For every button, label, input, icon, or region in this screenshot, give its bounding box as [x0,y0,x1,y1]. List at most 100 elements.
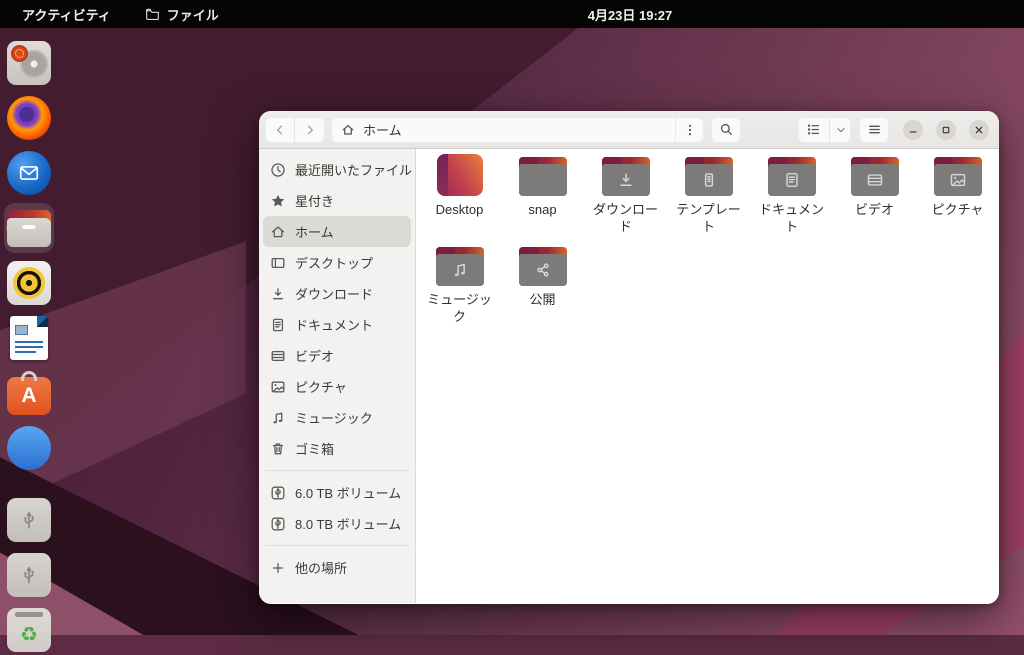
view-toggle-group [798,116,851,143]
thunderbird-icon [7,151,51,195]
document-icon [270,317,286,333]
sidebar-item-label: 星付き [295,194,335,209]
dock-item-firefox[interactable] [4,93,54,143]
file-name: ビデオ [854,202,894,217]
file-item[interactable]: ビデオ [833,154,916,235]
file-item[interactable]: ピクチャ [916,154,999,235]
headerbar[interactable]: ホーム [259,111,999,149]
usb-icon [270,516,286,532]
sidebar-item-label: ダウンロード [295,287,374,302]
sidebar-item-volume-8tb[interactable]: 8.0 TB ボリューム [263,508,411,539]
dock-item-usb-drive-2[interactable] [4,550,54,600]
sidebar-item-videos[interactable]: ビデオ [263,340,411,371]
dock-item-ubuntu-software[interactable]: A [4,368,54,418]
folder-icon [601,157,650,196]
sidebar-item-label: 8.0 TB ボリューム [295,517,402,532]
search-button[interactable] [711,116,741,143]
hamburger-menu-button[interactable] [859,116,889,143]
file-name: ドキュメント [758,202,824,235]
help-icon [7,426,51,470]
location-menu-button[interactable] [675,116,704,143]
dock-item-rhythmbox[interactable] [4,258,54,308]
forward-button[interactable] [295,117,325,143]
folder-icon [518,247,567,287]
sidebar-item-label: ミュージック [295,411,373,426]
ubuntu-software-icon: A [7,371,51,415]
sidebar-item-music[interactable]: ミュージック [263,402,411,433]
minimize-button[interactable] [903,119,923,140]
folder-icon [435,247,484,287]
sidebar-item-label: 最近開いたファイル [295,163,413,178]
dock-item-thunderbird[interactable] [4,148,54,198]
file-name: Desktop [435,202,484,217]
dock-item-help[interactable] [4,423,54,473]
sidebar-item-label: 他の場所 [295,561,348,576]
dock-item-files[interactable] [4,203,54,253]
file-name: テンプレート [676,202,741,235]
sidebar-item-other-locations[interactable]: 他の場所 [263,552,411,583]
nav-button-group [265,116,325,143]
usb-drive-icon [7,498,51,542]
folder-icon [767,157,816,196]
file-item[interactable]: ダウンロード [584,154,667,235]
sidebar-item-label: 6.0 TB ボリューム [295,486,402,501]
back-button[interactable] [265,116,295,143]
file-grid: Desktop snap ダウンロード テンプレート ドキュメント ビデオ ピクチャミュージ… [418,154,999,326]
sidebar-item-label: ドキュメント [295,318,374,333]
view-options-chevron-down-icon[interactable] [829,116,851,143]
file-view[interactable]: Desktop snap ダウンロード テンプレート ドキュメント ビデオ ピクチャミュージ… [416,149,999,603]
libreoffice-writer-icon [10,316,48,360]
files-window: ホーム 最近開いたファイル 星付き ホーム デスクトップ ダウンロード ドキュメ… [259,111,999,604]
folder-icon [850,157,899,196]
folder-icon [933,157,982,196]
sidebar-item-label: ホーム [295,225,334,240]
clock[interactable]: 4月23日 19:27 [588,5,673,24]
file-item[interactable]: テンプレート [667,154,750,235]
trash-icon [270,441,286,457]
dock-item-usb-drive-1[interactable] [4,495,54,545]
usb-drive-icon [7,553,51,597]
close-button[interactable] [969,119,989,140]
file-item[interactable]: 公開 [501,244,584,325]
download-icon [270,286,286,302]
rhythmbox-icon [7,261,51,305]
files-icon [7,209,51,247]
file-name: ピクチャ [931,202,984,217]
file-item[interactable]: ミュージック [418,244,501,325]
sidebar-item-trash[interactable]: ゴミ箱 [263,433,411,464]
sidebar-item-label: ビデオ [295,349,335,364]
file-name: ダウンロード [592,202,658,235]
focused-app-menu[interactable]: ファイル [145,5,219,24]
folder-icon [145,7,160,22]
sidebar-item-starred[interactable]: 星付き [263,185,411,216]
share-emblem-icon [534,261,552,279]
sidebar-item-label: ピクチャ [295,380,347,395]
usb-icon [270,485,286,501]
desktop-icon [270,255,286,271]
sidebar-item-downloads[interactable]: ダウンロード [263,278,411,309]
sidebar-list: 最近開いたファイル 星付きホームデスクトップダウンロード ドキュメント ビデオピクチャ… [263,154,413,583]
list-view-button[interactable] [798,117,829,143]
dock-item-trash[interactable]: ♻ [4,605,54,655]
home-icon [341,123,355,137]
sidebar-item-volume-6tb[interactable]: 6.0 TB ボリューム [263,477,411,508]
sidebar-item-desktop[interactable]: デスクトップ [263,247,411,278]
file-item[interactable]: ドキュメント [750,154,833,235]
sidebar-item-pictures[interactable]: ピクチャ [263,371,411,402]
sidebar-item-documents[interactable]: ドキュメント [263,309,411,340]
folder-icon [684,157,733,196]
current-location-label: ホーム [363,123,402,138]
dock-item-ubuntu-installer[interactable] [4,38,54,88]
path-bar[interactable]: ホーム [331,116,704,143]
file-item[interactable]: snap [501,154,584,235]
focused-app-name: ファイル [166,7,219,23]
desktop-folder-icon [436,154,483,196]
sidebar-item-recent[interactable]: 最近開いたファイル [263,154,413,185]
maximize-button[interactable] [936,119,956,140]
activities-button[interactable]: アクティビティ [22,5,111,24]
file-item[interactable]: Desktop [418,154,501,235]
sidebar-item-home[interactable]: ホーム [263,216,411,247]
sidebar-item-label: ゴミ箱 [295,442,335,457]
dock-item-libreoffice-writer[interactable] [4,313,54,363]
star-icon [270,193,286,209]
